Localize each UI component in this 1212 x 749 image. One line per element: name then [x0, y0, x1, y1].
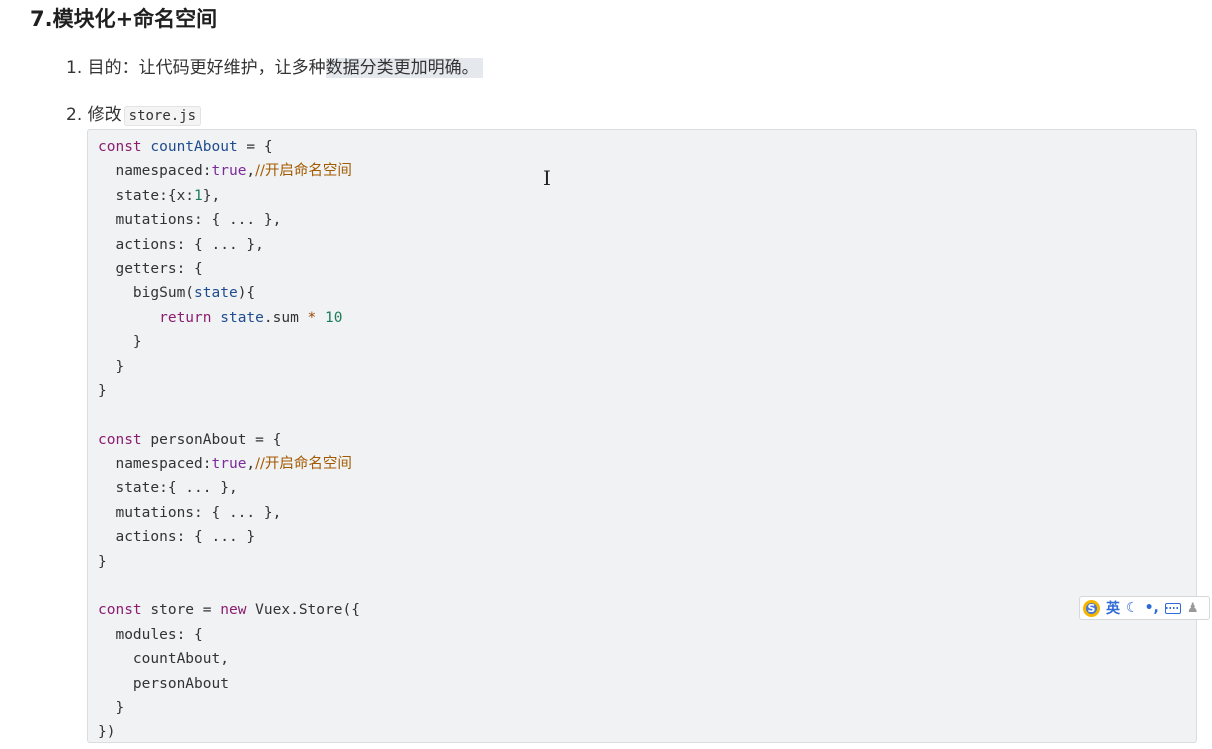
code-text: },: [202, 187, 221, 204]
code-text: state:{x:: [98, 187, 195, 204]
list-number: 1.: [66, 58, 83, 78]
code-line: modules: {: [98, 623, 1196, 647]
code-line: namespaced:true,//开启命名空间: [98, 159, 1196, 183]
code-line: }: [98, 696, 1196, 720]
code-text: ){: [237, 285, 256, 302]
code-text: state:{ ... },: [98, 480, 238, 497]
code-keyword: return: [159, 309, 212, 326]
code-block[interactable]: const countAbout = { namespaced:true,//开…: [87, 129, 1197, 743]
code-text: getters: {: [98, 260, 203, 277]
code-keyword: const: [98, 602, 142, 619]
code-line: }: [98, 379, 1196, 403]
keyboard-icon[interactable]: [1164, 602, 1181, 614]
code-comment: //开启命名空间: [255, 456, 352, 473]
code-text: countAbout,: [98, 651, 229, 668]
code-line: namespaced:true,//开启命名空间: [98, 452, 1196, 476]
code-text: .sum: [263, 309, 308, 326]
code-text: namespaced:: [98, 456, 212, 473]
code-text: personAbout: [150, 431, 247, 448]
code-line: }: [98, 330, 1196, 354]
code-text: namespaced:: [98, 163, 212, 180]
code-line: countAbout,: [98, 647, 1196, 671]
list-number: 2.: [66, 105, 83, 125]
code-line: }: [98, 550, 1196, 574]
purpose-text: 目的：让代码更好维护，让多种: [87, 58, 326, 78]
code-text: modules: {: [98, 626, 203, 643]
code-line: const personAbout = {: [98, 428, 1196, 452]
code-variable: state: [194, 285, 238, 302]
code-line: actions: { ... }: [98, 525, 1196, 549]
code-text: = {: [237, 139, 273, 155]
list-item-modify: 2. 修改 store.js: [66, 100, 202, 126]
code-text: =: [194, 602, 221, 619]
code-text: }): [98, 724, 116, 741]
code-number: 10: [325, 309, 343, 326]
code-line: mutations: { ... },: [98, 208, 1196, 232]
code-line: getters: {: [98, 257, 1196, 281]
code-comment: //开启命名空间: [255, 163, 352, 180]
text-cursor-icon: I: [543, 166, 551, 190]
ime-toolbar[interactable]: S 英 ☾ •, ♟: [1079, 596, 1210, 620]
code-keyword: new: [220, 602, 247, 619]
code-text: bigSum(: [98, 285, 195, 302]
moon-icon[interactable]: ☾: [1126, 600, 1139, 616]
code-line: personAbout: [98, 672, 1196, 696]
section-heading: 7.模块化+命名空间: [30, 7, 218, 31]
code-text: = {: [246, 431, 282, 448]
code-line: return state.sum * 10: [98, 306, 1196, 330]
modify-text: 修改: [87, 105, 122, 125]
code-operator: *: [307, 309, 317, 326]
user-icon[interactable]: ♟: [1187, 601, 1199, 616]
code-text: }: [98, 358, 125, 375]
code-line: mutations: { ... },: [98, 501, 1196, 525]
code-keyword: const: [98, 431, 142, 448]
code-text: actions: { ... },: [98, 236, 264, 253]
code-number: 1: [194, 187, 203, 204]
code-line: state:{ ... },: [98, 476, 1196, 500]
code-keyword: const: [98, 139, 142, 155]
code-text: actions: { ... }: [98, 529, 256, 546]
code-text: mutations: { ... },: [98, 504, 282, 521]
code-line: const store = new Vuex.Store({: [98, 598, 1196, 622]
ime-punctuation-toggle[interactable]: •,: [1145, 600, 1159, 616]
inline-code-filename: store.js: [123, 106, 202, 126]
code-text: Vuex.Store({: [246, 602, 360, 619]
code-text: }: [98, 699, 125, 716]
code-line: const countAbout = {: [98, 135, 1196, 159]
ime-logo-icon[interactable]: S: [1083, 599, 1100, 617]
code-text: store: [150, 602, 195, 619]
code-variable: state: [220, 309, 264, 326]
code-line: }: [98, 355, 1196, 379]
code-definition: countAbout: [150, 139, 238, 155]
code-line: actions: { ... },: [98, 233, 1196, 257]
code-text: mutations: { ... },: [98, 212, 282, 229]
code-text: ,: [246, 456, 256, 473]
code-text: ,: [246, 163, 256, 180]
code-boolean: true: [211, 456, 247, 473]
code-text: }: [98, 382, 107, 399]
selected-text[interactable]: 数据分类更加明确。: [325, 58, 483, 78]
ime-language-toggle[interactable]: 英: [1106, 598, 1120, 618]
code-text: }: [98, 334, 142, 351]
code-line: bigSum(state){: [98, 281, 1196, 305]
code-text: }: [98, 553, 107, 570]
code-line: state:{x:1},: [98, 184, 1196, 208]
list-item-purpose: 1. 目的：让代码更好维护，让多种数据分类更加明确。: [66, 53, 483, 78]
code-line: }): [98, 720, 1196, 742]
code-boolean: true: [211, 163, 247, 180]
code-text: personAbout: [98, 675, 229, 692]
